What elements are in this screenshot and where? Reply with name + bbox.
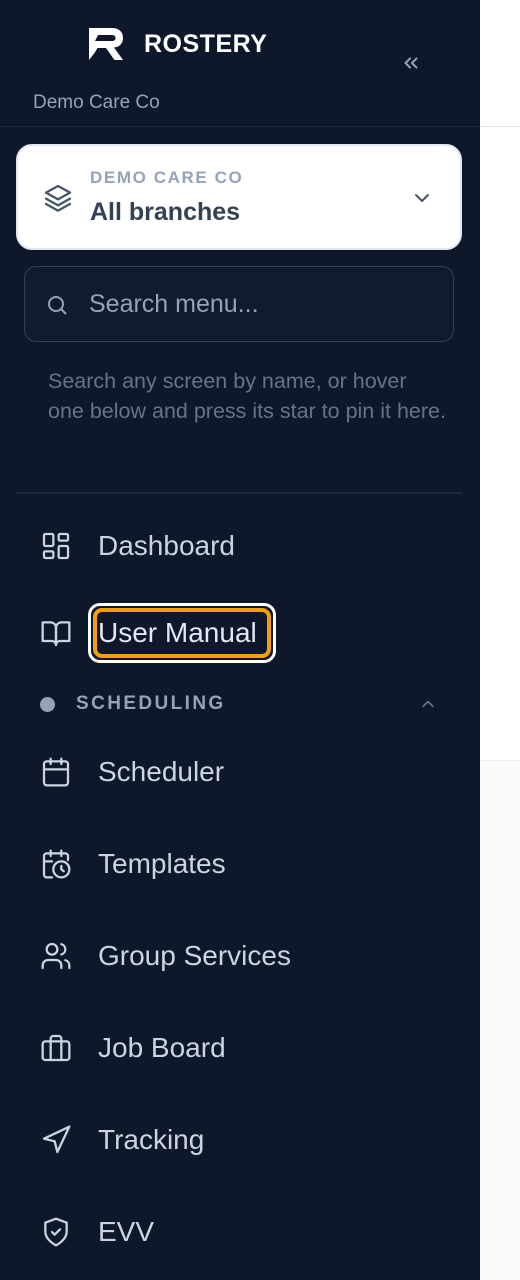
- nav-label-dashboard: Dashboard: [98, 530, 235, 561]
- chevrons-left-icon: [404, 57, 418, 69]
- nav-item-dashboard[interactable]: Dashboard: [16, 516, 462, 576]
- main-content: [480, 0, 520, 1280]
- search-box: [24, 266, 454, 342]
- search-input[interactable]: [89, 281, 429, 327]
- main-body: [480, 760, 520, 1280]
- nav-item-scheduler[interactable]: Scheduler: [16, 742, 462, 802]
- dashboard-grid-icon: [42, 532, 70, 560]
- calendar-icon: [42, 757, 70, 787]
- nav-item-user-manual[interactable]: User Manual: [16, 603, 462, 663]
- book-open-icon: [41, 621, 71, 647]
- search-icon: [48, 296, 67, 315]
- nav-item-group-services[interactable]: Group Services: [16, 926, 462, 986]
- chevron-up-icon: [422, 700, 434, 708]
- users-icon: [41, 942, 71, 970]
- branch-selector[interactable]: DEMO CARE CO All branches: [16, 144, 462, 250]
- nav-label-templates: Templates: [98, 848, 226, 879]
- branch-org-label: DEMO CARE CO: [90, 168, 244, 187]
- collapse-sidebar-button[interactable]: [394, 46, 428, 80]
- nav-item-tracking[interactable]: Tracking: [16, 1110, 462, 1170]
- nav-label-evv: EVV: [98, 1216, 155, 1247]
- header-divider: [0, 126, 480, 127]
- brand[interactable]: ROSTERY: [86, 26, 267, 62]
- section-header-scheduling[interactable]: SCHEDULING: [16, 688, 462, 722]
- section-dot-icon: [40, 697, 55, 712]
- section-title-scheduling: SCHEDULING: [76, 693, 226, 714]
- sidebar: ROSTERY Demo Care Co DEMO CARE CO All br…: [0, 0, 480, 1280]
- nav-label-tracking: Tracking: [98, 1124, 205, 1155]
- rostery-logo-icon: [89, 28, 123, 60]
- nav-item-evv[interactable]: EVV: [16, 1202, 462, 1262]
- main-topbar: [480, 0, 520, 127]
- chevron-down-icon: [415, 194, 429, 202]
- org-subtitle: Demo Care Co: [33, 92, 160, 113]
- navigation-icon: [42, 1125, 71, 1154]
- shield-check-icon: [44, 1217, 68, 1247]
- nav-label-scheduler: Scheduler: [98, 756, 225, 787]
- section-divider: [16, 492, 462, 494]
- nav-label-group-services: Group Services: [98, 940, 291, 971]
- selected-branch: All branches: [90, 198, 241, 226]
- nav-label-job-board: Job Board: [98, 1032, 226, 1063]
- search-help-text: Search any screen by name, or hover one …: [48, 369, 446, 423]
- brand-name: ROSTERY: [144, 29, 268, 58]
- nav-label-user-manual: User Manual: [98, 617, 257, 648]
- calendar-clock-icon: [42, 849, 71, 879]
- nav-item-templates[interactable]: Templates: [16, 834, 462, 894]
- nav-item-job-board[interactable]: Job Board: [16, 1018, 462, 1078]
- briefcase-icon: [41, 1034, 71, 1062]
- app-window: ROSTERY Demo Care Co DEMO CARE CO All br…: [0, 0, 520, 1280]
- layers-icon: [44, 184, 72, 212]
